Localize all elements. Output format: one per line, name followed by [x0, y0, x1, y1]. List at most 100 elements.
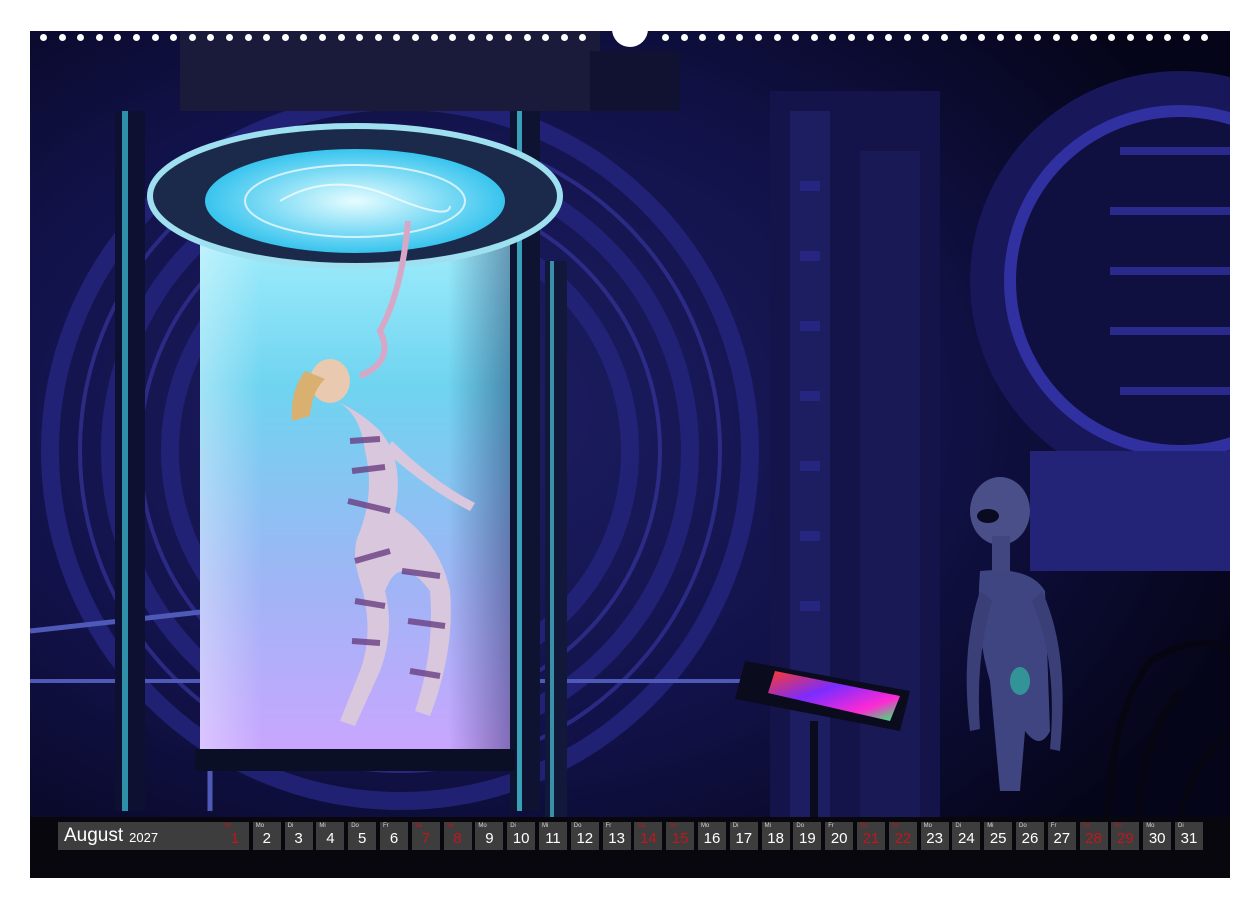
binding-hole [207, 34, 215, 41]
weekday-abbrev: Di [510, 823, 516, 829]
binding-hole [319, 34, 326, 41]
weekday-abbrev: Di [287, 823, 294, 829]
day-number: 21 [862, 830, 880, 847]
binding-hole [579, 34, 587, 41]
day-cell: Mo 16 [698, 822, 726, 850]
day-cell: Do 5 [348, 822, 377, 850]
day-cell: Di 17 [729, 822, 758, 850]
binding-hole [1108, 34, 1116, 41]
day-cell: Fr 20 [825, 822, 854, 850]
weekday-abbrev: Do [796, 823, 805, 829]
binding-hole [523, 34, 531, 41]
day-cell: Mo 9 [475, 822, 504, 850]
weekday-abbrev: Mi [764, 823, 771, 829]
day-number: 20 [830, 830, 848, 847]
spiral-binding [30, 19, 1230, 47]
day-cell: Di 24 [952, 822, 981, 850]
weekday-abbrev: Do [1019, 823, 1027, 829]
day-cell: Di 10 [507, 822, 536, 850]
day-cell: Sa 7 [411, 822, 440, 850]
binding-hole [467, 34, 475, 41]
day-number: 4 [326, 830, 335, 847]
binding-hole [40, 34, 47, 41]
day-number: 24 [958, 830, 975, 847]
day-cell: So 8 [443, 822, 472, 850]
binding-hole [773, 34, 781, 41]
day-cell: Mi 11 [539, 822, 567, 850]
day-cell: Fr 27 [1047, 822, 1076, 850]
month-year: 2027 [129, 830, 159, 845]
month-label: August 2027 [58, 822, 248, 850]
binding-hole [95, 34, 103, 41]
day-number: 26 [1021, 830, 1039, 847]
binding-hole [996, 34, 1004, 41]
day-cell: Sa 28 [1079, 822, 1108, 850]
day-cell: Mi 18 [761, 822, 790, 850]
weekday-abbrev: Fr [605, 823, 612, 829]
binding-hole [133, 34, 140, 41]
day-number: 8 [453, 830, 462, 847]
day-number: 23 [926, 830, 943, 847]
binding-hole [959, 34, 967, 41]
binding-hole [699, 34, 707, 41]
weekday-abbrev: Do [573, 823, 582, 829]
binding-hole [1201, 34, 1209, 41]
weekday-abbrev: Sa [637, 823, 645, 829]
weekday-abbrev: Di [1178, 823, 1184, 829]
binding-hole [978, 34, 986, 41]
day-number: 2 [262, 830, 271, 847]
binding-hole [1071, 34, 1079, 41]
day-number: 29 [1117, 830, 1134, 847]
day-number: 22 [894, 830, 912, 847]
day-cell: Mo 2 [252, 822, 281, 850]
calendar-artwork [30, 31, 1230, 878]
weekday-abbrev: Sa [1082, 823, 1090, 829]
weekday-abbrev: Di [732, 823, 739, 829]
lab-scene-illustration [30, 31, 1230, 878]
binding-holes-left [40, 34, 600, 42]
day-number: 7 [421, 830, 430, 847]
day-cell: Fr 6 [380, 822, 408, 850]
calendar-strip: August 2027 So 1 Mo 2 Di 3 Mi 4 Do 5 Fr 6 Sa 7 So 8 Mo 9 D… [30, 817, 1230, 878]
day-number: 6 [389, 830, 399, 847]
day-cell: Di 31 [1175, 822, 1203, 850]
binding-hole [486, 34, 494, 41]
binding-hole [1034, 34, 1041, 41]
day-cell: Mo 30 [1143, 822, 1172, 850]
weekday-abbrev: Sa [860, 823, 868, 829]
day-cell: So 29 [1111, 822, 1140, 850]
binding-hole [449, 34, 457, 41]
weekday-abbrev: So [1114, 823, 1122, 829]
binding-hole [885, 34, 893, 41]
binding-hole [848, 34, 855, 41]
binding-hole [810, 34, 818, 41]
binding-hole [1182, 34, 1190, 41]
weekday-abbrev: Fr [828, 823, 834, 829]
weekday-abbrev: Fr [383, 823, 389, 829]
day-number: 1 [230, 830, 240, 847]
weekday-abbrev: Mi [987, 823, 994, 829]
day-number: 31 [1180, 830, 1198, 847]
binding-hole [58, 34, 66, 41]
binding-hole [1015, 34, 1023, 41]
binding-hole [1052, 34, 1060, 41]
day-number: 30 [1148, 830, 1166, 847]
day-cell: Mi 4 [316, 822, 345, 850]
weekday-abbrev: Di [955, 823, 962, 829]
weekday-abbrev: So [891, 823, 900, 829]
binding-hole [829, 34, 837, 41]
day-cell: So 1 [221, 822, 249, 850]
day-cell: Di 3 [284, 822, 313, 850]
day-cell: Do 26 [1016, 822, 1044, 850]
day-cell: So 22 [888, 822, 917, 850]
day-number: 9 [485, 830, 494, 847]
binding-hole [736, 34, 744, 41]
binding-hole [151, 34, 159, 41]
binding-hole [1089, 34, 1097, 41]
binding-hole [792, 34, 800, 41]
day-number: 18 [767, 830, 784, 847]
binding-hole [226, 34, 233, 41]
binding-hole [680, 34, 688, 41]
binding-hole [393, 34, 401, 41]
binding-holes-right [662, 34, 1222, 42]
